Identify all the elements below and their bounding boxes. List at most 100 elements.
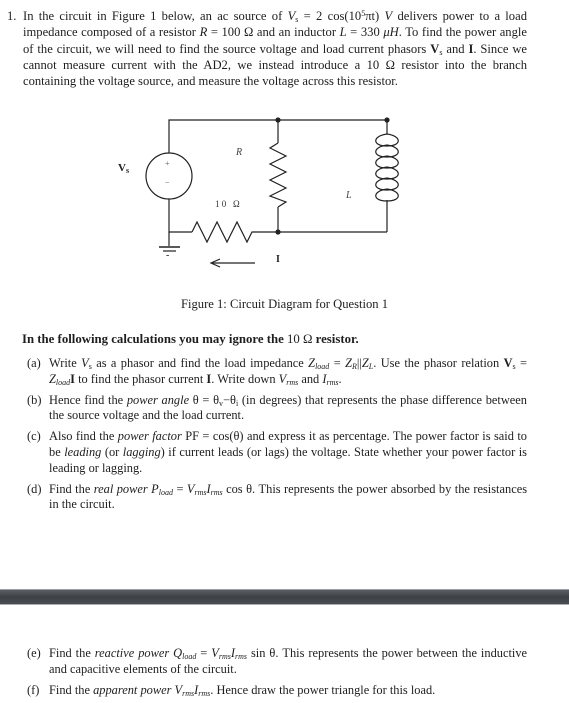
text-fragment: reactive power (94, 646, 170, 660)
figure-caption: Figure 1: Circuit Diagram for Question 1 (180, 297, 389, 311)
text-fragment: = 100 Ω and an inductor (207, 25, 340, 40)
text-fragment: L (339, 25, 347, 40)
text-fragment: rms (235, 652, 248, 661)
text-fragment: Also find the (49, 429, 118, 444)
text-fragment: lagging (122, 444, 161, 459)
text-fragment: rms (286, 377, 299, 387)
junction-dot (275, 117, 281, 123)
text-fragment: power factor (117, 429, 182, 444)
circuit-diagram: Vs + − R L 1 0 Ω I - (118, 110, 430, 280)
text-fragment: Z (345, 356, 352, 370)
text-fragment: leading (64, 444, 102, 459)
text-fragment: Z (361, 356, 369, 370)
text-fragment: load (55, 377, 71, 387)
text-fragment: = 330 (346, 25, 384, 40)
text-fragment: rms (218, 652, 231, 661)
text-fragment: = (329, 356, 346, 370)
resistor-label: R (236, 147, 243, 158)
part-e: (e) Find the reactive power Qload = Vrms… (27, 646, 527, 678)
text-fragment: load (315, 362, 330, 371)
current-label: I (276, 254, 280, 265)
text-fragment: μH (383, 25, 399, 40)
part-b: (b) Hence find the power angle θ = θv−θi… (27, 393, 527, 425)
text-fragment: (c) (27, 429, 41, 444)
text-fragment: (d) (27, 481, 42, 496)
text-fragment: (or (101, 444, 123, 459)
text-fragment: Find the (49, 481, 94, 496)
text-fragment: . Use the phasor relation (373, 356, 504, 370)
text-fragment: s (125, 166, 130, 175)
ignore-resistor-note: In the following calculations you may ig… (22, 332, 359, 347)
text-fragment: load (182, 652, 196, 661)
text-fragment: rms (235, 652, 247, 661)
text-fragment: V (81, 356, 89, 370)
text-fragment: P (147, 481, 159, 496)
question-intro: 1. In the circuit in Figure 1 below, an … (7, 8, 527, 89)
text-fragment: load (315, 362, 329, 371)
text-fragment: as a phasor and find the load impedance (91, 356, 309, 370)
text-fragment: = (196, 646, 212, 660)
text-fragment: rms (198, 688, 211, 698)
text-fragment: . (338, 371, 342, 386)
text-fragment: rms (327, 378, 339, 387)
source-minus-label: − (165, 178, 170, 187)
text-fragment: Find the (49, 646, 95, 660)
text-fragment: rms (182, 689, 194, 698)
text-fragment: V (211, 646, 219, 660)
part-f: (f) Find the apparent power VrmsIrms. He… (27, 683, 527, 699)
text-fragment: = (515, 356, 528, 370)
text-fragment: rms (210, 487, 223, 497)
text-fragment: and (298, 371, 323, 386)
text-fragment: apparent power (93, 682, 172, 697)
text-fragment: rms (211, 488, 223, 497)
text-fragment: Hence find the (49, 392, 127, 407)
sense-resistor-label: 1 0 Ω (215, 199, 240, 209)
text-fragment: V (430, 41, 440, 56)
text-fragment: rms (194, 487, 207, 497)
text-fragment: rms (326, 377, 339, 387)
text-fragment: real power (93, 481, 148, 496)
text-fragment: In the following calculations you may ig… (22, 332, 287, 346)
parts-list-page2: (e) Find the reactive power Qload = Vrms… (27, 646, 527, 703)
text-fragment: (f) (27, 682, 40, 697)
text-fragment: Find the (49, 682, 94, 697)
text-fragment: . Write down (211, 371, 279, 386)
part-d: (d) Find the real power Pload = VrmsIrms… (27, 482, 527, 514)
text-fragment: V (118, 162, 126, 174)
junction-dot (275, 229, 281, 235)
source-label: Vs (118, 162, 130, 175)
text-fragment: load (56, 378, 70, 387)
inductor-label: L (346, 190, 352, 201)
text-fragment: (e) (27, 646, 41, 660)
junction-dot (384, 117, 390, 123)
current-arrow-icon (209, 258, 255, 268)
text-fragment: load (182, 652, 197, 661)
text-fragment: Q (169, 646, 183, 660)
text-fragment: In the circuit in Figure 1 below, an ac … (23, 9, 288, 23)
text-fragment: to find the phasor current (74, 371, 207, 386)
resistor-r-icon (268, 142, 288, 208)
text-fragment: and (442, 41, 469, 56)
inductor-icon (375, 133, 399, 207)
sense-resistor-icon (191, 220, 255, 244)
text-fragment: θ = θ (189, 392, 220, 407)
text-fragment: rms (182, 688, 195, 698)
text-fragment: = 2 cos(10 (298, 9, 362, 23)
text-fragment: rms (219, 652, 231, 661)
question-number: 1. (7, 9, 17, 23)
page-break-bar (0, 589, 569, 605)
text-fragment: (b) (27, 392, 42, 407)
text-fragment: rms (286, 378, 298, 387)
text-fragment: load (159, 488, 173, 497)
text-fragment: −θ (223, 392, 236, 407)
text-fragment: V (171, 682, 183, 697)
text-fragment: load (158, 487, 173, 497)
text-fragment: . Hence draw the power triangle for this… (210, 682, 436, 697)
part-a: (a) Write Vs as a phasor and find the lo… (27, 356, 527, 388)
ground-icon (159, 232, 180, 252)
text-fragment: resistor. (312, 332, 359, 346)
text-fragment: power angle (126, 392, 190, 407)
text-fragment: Write (49, 356, 82, 370)
text-fragment: πt) (365, 9, 385, 23)
text-fragment: rms (198, 689, 210, 698)
